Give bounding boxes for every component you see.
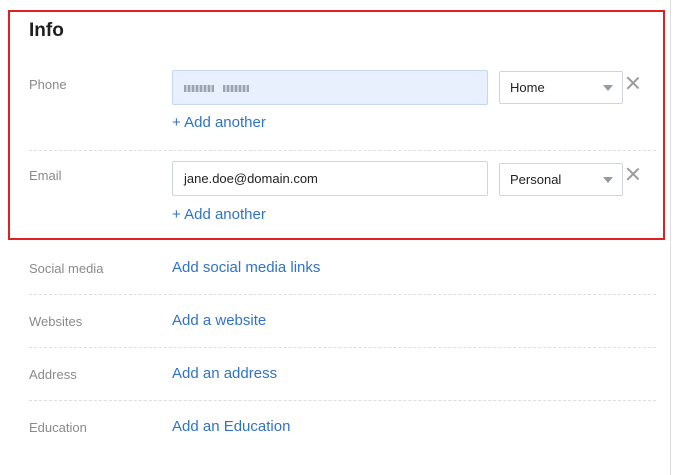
email-label: Email xyxy=(29,168,62,183)
education-label: Education xyxy=(29,420,87,435)
address-education-divider xyxy=(29,400,656,401)
phone-input[interactable] xyxy=(172,70,488,105)
redacted-phone-part-1 xyxy=(184,85,214,93)
remove-phone-close-icon[interactable] xyxy=(625,75,641,91)
social-websites-divider xyxy=(29,294,656,295)
phone-add-another-link[interactable]: + Add another xyxy=(172,114,266,131)
phone-type-select[interactable]: Home xyxy=(499,71,623,104)
social-media-label: Social media xyxy=(29,261,104,276)
add-social-media-link[interactable]: Add social media links xyxy=(172,259,320,276)
add-address-link[interactable]: Add an address xyxy=(172,365,277,382)
redacted-phone-part-2 xyxy=(223,85,249,93)
email-add-another-link[interactable]: + Add another xyxy=(172,206,266,223)
phone-type-selected: Home xyxy=(510,80,545,95)
add-website-link[interactable]: Add a website xyxy=(172,312,266,329)
phone-label: Phone xyxy=(29,77,67,92)
websites-label: Websites xyxy=(29,314,83,329)
email-type-selected: Personal xyxy=(510,172,562,187)
section-title: Info xyxy=(29,20,64,41)
add-education-link[interactable]: Add an Education xyxy=(172,418,290,435)
chevron-down-icon xyxy=(603,177,613,183)
email-type-select[interactable]: Personal xyxy=(499,163,623,196)
panel-right-border xyxy=(670,0,671,475)
websites-address-divider xyxy=(29,347,656,348)
phone-email-divider xyxy=(29,150,656,151)
chevron-down-icon xyxy=(603,85,613,91)
remove-email-close-icon[interactable] xyxy=(625,166,641,182)
info-highlight-box xyxy=(8,10,665,240)
email-input[interactable]: jane.doe@domain.com xyxy=(172,161,488,196)
address-label: Address xyxy=(29,367,77,382)
